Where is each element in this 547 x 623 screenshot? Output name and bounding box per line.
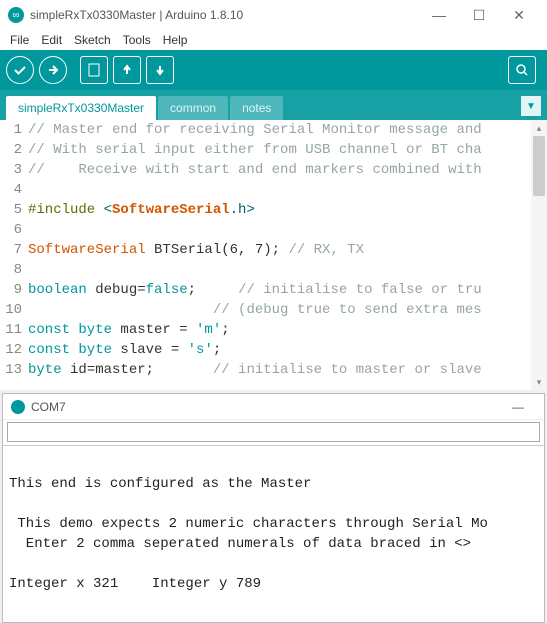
serial-input-field[interactable] [7, 422, 540, 442]
open-button[interactable] [113, 56, 141, 84]
editor-scrollbar[interactable]: ▴ ▾ [531, 120, 547, 390]
serial-monitor-window: COM7 — This end is configured as the Mas… [2, 393, 545, 623]
titlebar: ∞ simpleRxTx0330Master | Arduino 1.8.10 … [0, 0, 547, 30]
serial-minimize-button[interactable]: — [512, 400, 536, 414]
code-line: // (debug true to send extra mes [28, 300, 547, 320]
arrow-right-icon [46, 63, 60, 77]
line-number: 9 [0, 280, 28, 300]
arrow-up-icon [121, 64, 133, 76]
menu-sketch[interactable]: Sketch [68, 31, 117, 49]
code-line: boolean debug=false; // initialise to fa… [28, 280, 547, 300]
serial-output: This end is configured as the Master Thi… [3, 446, 544, 622]
code-line: // With serial input either from USB cha… [28, 140, 547, 160]
save-button[interactable] [146, 56, 174, 84]
code-line: SoftwareSerial BTSerial(6, 7); // RX, TX [28, 240, 547, 260]
arduino-app-icon [11, 400, 25, 414]
menu-help[interactable]: Help [157, 31, 194, 49]
verify-button[interactable] [6, 56, 34, 84]
serial-monitor-button[interactable] [508, 56, 536, 84]
menubar: File Edit Sketch Tools Help [0, 30, 547, 50]
serial-line: This demo expects 2 numeric characters t… [9, 516, 488, 532]
code-line: const byte master = 'm'; [28, 320, 547, 340]
toolbar [0, 50, 547, 90]
check-icon [13, 63, 27, 77]
code-line: #include <SoftwareSerial.h> [28, 200, 547, 220]
scroll-up-icon[interactable]: ▴ [531, 120, 547, 136]
code-line [28, 260, 547, 280]
line-number: 10 [0, 300, 28, 320]
line-number: 4 [0, 180, 28, 200]
scroll-down-icon[interactable]: ▾ [531, 374, 547, 390]
tab-notes[interactable]: notes [230, 96, 283, 120]
tabbar: simpleRxTx0330Master common notes ▼ [0, 90, 547, 120]
serial-line: This end is configured as the Master [9, 476, 311, 492]
line-number: 8 [0, 260, 28, 280]
maximize-button[interactable]: ☐ [459, 1, 499, 29]
tab-common[interactable]: common [158, 96, 228, 120]
minimize-button[interactable]: — [419, 1, 459, 29]
scroll-thumb[interactable] [533, 136, 545, 196]
serial-line: Integer x 321 Integer y 789 [9, 576, 261, 592]
serial-input-row [3, 420, 544, 446]
close-button[interactable]: ✕ [499, 1, 539, 29]
arrow-down-icon [154, 64, 166, 76]
arduino-app-icon: ∞ [8, 7, 24, 23]
line-number: 7 [0, 240, 28, 260]
menu-tools[interactable]: Tools [117, 31, 157, 49]
tab-main[interactable]: simpleRxTx0330Master [6, 96, 156, 120]
file-icon [88, 63, 100, 77]
line-number: 13 [0, 360, 28, 380]
code-editor[interactable]: 1// Master end for receiving Serial Moni… [0, 120, 547, 390]
line-number: 12 [0, 340, 28, 360]
code-line [28, 220, 547, 240]
line-number: 5 [0, 200, 28, 220]
code-line: const byte slave = 's'; [28, 340, 547, 360]
menu-file[interactable]: File [4, 31, 35, 49]
tab-menu-dropdown[interactable]: ▼ [521, 96, 541, 116]
new-button[interactable] [80, 56, 108, 84]
upload-button[interactable] [39, 56, 67, 84]
serial-line: Enter 2 comma seperated numerals of data… [9, 536, 471, 552]
serial-title: COM7 [31, 400, 512, 414]
code-line: // Master end for receiving Serial Monit… [28, 120, 547, 140]
menu-edit[interactable]: Edit [35, 31, 68, 49]
line-number: 6 [0, 220, 28, 240]
line-number: 11 [0, 320, 28, 340]
window-title: simpleRxTx0330Master | Arduino 1.8.10 [30, 8, 419, 22]
line-number: 3 [0, 160, 28, 180]
code-line [28, 180, 547, 200]
line-number: 1 [0, 120, 28, 140]
serial-titlebar: COM7 — [3, 394, 544, 420]
code-line: // Receive with start and end markers co… [28, 160, 547, 180]
code-line: byte id=master; // initialise to master … [28, 360, 547, 380]
line-number: 2 [0, 140, 28, 160]
magnifier-icon [515, 63, 529, 77]
